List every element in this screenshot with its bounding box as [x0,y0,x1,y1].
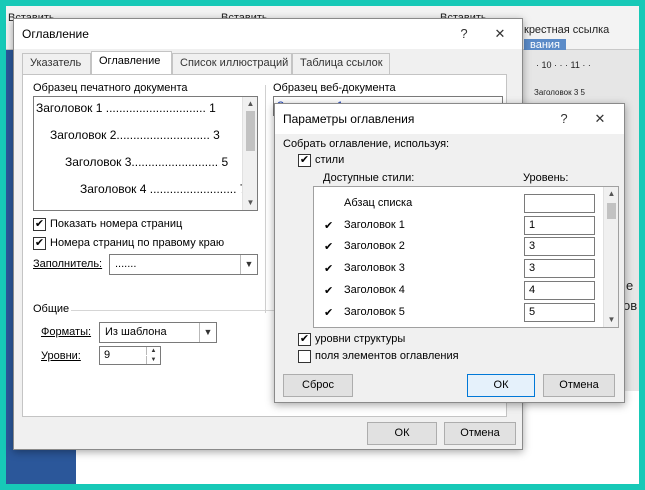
help-button[interactable]: ? [552,108,576,130]
style-level-input[interactable] [524,194,595,213]
toc-ok-button[interactable]: ОК [367,422,437,445]
right-align-label[interactable]: Номера страниц по правому краю [50,237,224,249]
build-from-label: Собрать оглавление, используя: [283,138,450,150]
scroll-up-icon[interactable]: ▲ [604,187,618,201]
style-level-input[interactable]: 1 [524,216,595,235]
filler-select[interactable]: ....... ▼ [109,254,258,275]
style-check-mark: ✔ [324,241,334,253]
tab-toc[interactable]: Оглавление [91,51,172,74]
toc-cancel-button[interactable]: Отмена [444,422,516,445]
formats-label: Форматы: [41,326,92,338]
ribbon-crossref-label[interactable]: крестная ссылка [524,24,609,36]
print-line-1: Заголовок 1 ............................… [36,101,216,115]
scroll-down-icon[interactable]: ▼ [243,196,257,210]
options-dialog-title: Параметры оглавления [283,112,415,126]
doc-fragment: Заголовок 3 5 [534,88,585,97]
print-line-2: Заголовок 2............................ … [50,128,220,142]
outline-levels-label[interactable]: уровни структуры [315,333,405,345]
spin-down-icon[interactable]: ▼ [146,356,160,364]
formats-select[interactable]: Из шаблона ▼ [99,322,217,343]
style-check-mark: ✔ [324,263,334,275]
print-line-4: Заголовок 4 .......................... 7 [80,182,247,196]
styles-checkbox[interactable]: ✔ [298,154,311,167]
options-ok-button[interactable]: ОК [467,374,535,397]
styles-list-scrollbar[interactable]: ▲ ▼ [603,187,618,327]
style-level-input[interactable]: 3 [524,259,595,278]
doc-letter-1: е [626,278,634,293]
tab-index[interactable]: Указатель [22,53,91,74]
print-preview-scrollbar[interactable]: ▲ ▼ [242,97,257,210]
vertical-divider [265,85,266,313]
style-check-mark: ✔ [324,220,334,232]
style-name: Заголовок 4 [344,284,405,296]
style-name: Заголовок 2 [344,240,405,252]
general-label: Общие [33,303,70,315]
toc-fields-label[interactable]: поля элементов оглавления [315,350,459,362]
show-page-numbers-label[interactable]: Показать номера страниц [50,218,182,230]
scroll-thumb[interactable] [607,203,616,219]
levels-label: Уровни: [41,350,81,362]
scroll-down-icon[interactable]: ▼ [604,313,618,327]
styles-list[interactable]: Абзац списка ✔ Заголовок 1 1 ✔ Заголовок… [313,186,619,328]
levels-value: 9 [104,349,111,361]
available-styles-label: Доступные стили: [323,172,415,184]
tab-figures[interactable]: Список иллюстраций [172,53,292,74]
levels-spinner[interactable]: 9 ▲ ▼ [99,346,161,365]
ruler-text: · 10 · · · 11 · · [536,60,591,70]
style-name: Абзац списка [344,197,413,209]
scroll-thumb[interactable] [246,111,255,151]
spin-up-icon[interactable]: ▲ [146,347,160,355]
close-icon[interactable]: ✕ [588,108,612,130]
style-level-input[interactable]: 3 [524,237,595,256]
options-dialog-titlebar: Параметры оглавления ? ✕ [275,104,624,134]
style-level-input[interactable]: 5 [524,303,595,322]
tab-authorities[interactable]: Таблица ссылок [292,53,390,74]
style-name: Заголовок 1 [344,219,405,231]
level-label: Уровень: [523,172,569,184]
chevron-down-icon[interactable]: ▼ [199,323,216,342]
print-preview-box[interactable]: Заголовок 1 ............................… [33,96,258,211]
toc-dialog-titlebar: Оглавление ? ✕ [14,19,522,49]
toc-dialog-title: Оглавление [22,27,89,41]
filler-label: Заполнитель: [33,258,103,270]
scroll-up-icon[interactable]: ▲ [243,97,257,111]
help-button[interactable]: ? [452,23,476,45]
chevron-down-icon[interactable]: ▼ [240,255,257,274]
options-cancel-button[interactable]: Отмена [543,374,615,397]
outline-levels-checkbox[interactable]: ✔ [298,333,311,346]
print-preview-label: Образец печатного документа [33,82,188,94]
toc-fields-checkbox[interactable] [298,350,311,363]
style-name: Заголовок 5 [344,306,405,318]
style-check-mark: ✔ [324,307,334,319]
formats-value: Из шаблона [105,326,167,338]
right-align-checkbox[interactable]: ✔ [33,237,46,250]
styles-checkbox-label[interactable]: стили [315,154,344,166]
style-check-mark: ✔ [324,285,334,297]
toc-options-dialog: Параметры оглавления ? ✕ Собрать оглавле… [274,103,625,403]
close-icon[interactable]: ✕ [488,23,512,45]
show-page-numbers-checkbox[interactable]: ✔ [33,218,46,231]
reset-button[interactable]: Сброс [283,374,353,397]
style-name: Заголовок 3 [344,262,405,274]
filler-value: ....... [115,258,137,270]
doc-letter-2: ов [623,298,638,313]
style-level-input[interactable]: 4 [524,281,595,300]
web-preview-label: Образец веб-документа [273,82,396,94]
print-line-3: Заголовок 3.......................... 5 [65,155,229,169]
